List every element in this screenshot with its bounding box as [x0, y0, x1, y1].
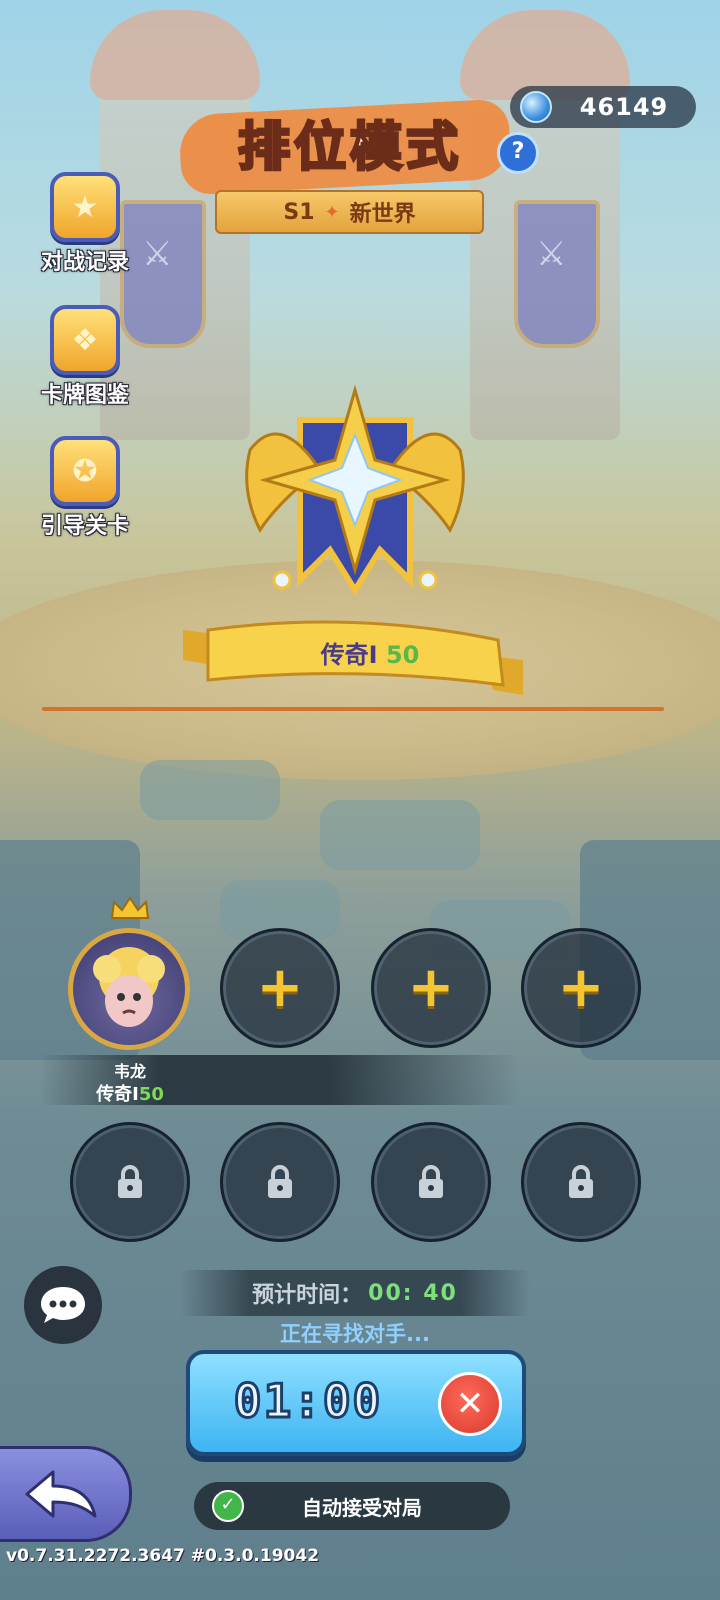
match-timer-panel: 01:00 ✕ [186, 1350, 526, 1456]
avatar[interactable] [68, 928, 190, 1050]
eta-value: 00: 40 [368, 1280, 458, 1306]
gem-icon [520, 91, 552, 123]
eta-label: 预计时间： [252, 1283, 363, 1308]
question-icon[interactable]: ? [497, 132, 539, 174]
battle-record-icon: ★ [50, 172, 120, 242]
auto-accept-label: 自动接受对局 [302, 1495, 422, 1520]
locked-slot [70, 1122, 190, 1242]
lock-icon [569, 1165, 593, 1198]
chat-button[interactable] [24, 1266, 102, 1344]
gem-counter[interactable]: 46149 [510, 86, 696, 128]
locked-slot [220, 1122, 340, 1242]
season-banner: S1 ✦ 新世界 [215, 190, 484, 234]
estimated-time: 预计时间： 00: 40 [180, 1270, 530, 1316]
plus-icon: + [407, 955, 455, 1020]
rank-label: 传奇I 50 [320, 641, 420, 669]
menu-battle-record[interactable]: ★ 对战记录 [30, 172, 140, 276]
menu-label: 卡牌图鉴 [40, 383, 129, 408]
lock-icon [268, 1165, 292, 1198]
invite-slot[interactable]: + [220, 928, 340, 1048]
menu-card-collection[interactable]: ❖ 卡牌图鉴 [30, 305, 140, 409]
auto-accept-toggle[interactable]: ✓ 自动接受对局 [194, 1482, 510, 1530]
tutorial-icon: ✪ [50, 436, 120, 506]
rank-tier: 传奇 [320, 641, 369, 669]
locked-slot [371, 1122, 491, 1242]
menu-tutorial[interactable]: ✪ 引导关卡 [30, 436, 140, 540]
menu-label: 引导关卡 [40, 514, 129, 539]
invite-slot[interactable]: + [521, 928, 641, 1048]
chat-icon [41, 1287, 85, 1323]
gem-count: 46149 [579, 93, 669, 121]
search-status: 正在寻找对手... [280, 1322, 430, 1346]
right-banner [514, 200, 600, 348]
close-icon: ✕ [455, 1384, 485, 1424]
lock-icon [118, 1165, 142, 1198]
legend-emblem-icon [245, 384, 465, 596]
version-label: v0.7.31.2272.3647 #0.3.0.19042 [6, 1546, 320, 1566]
cancel-matchmaking-button[interactable]: ✕ [438, 1372, 502, 1436]
player-name: 韦龙 [113, 1062, 146, 1081]
player-tier: 传奇 [96, 1084, 133, 1105]
arena-divider [42, 707, 664, 711]
back-arrow-icon [25, 1470, 97, 1518]
menu-label: 对战记录 [40, 250, 129, 275]
plus-icon: + [256, 955, 304, 1020]
crown-icon [110, 896, 150, 919]
page-title: 排位模式 [236, 117, 462, 180]
rank-level: 50 [385, 641, 420, 669]
player-rank: 传奇I50 [96, 1084, 164, 1105]
floor-stone [140, 760, 280, 820]
card-collection-icon: ❖ [50, 305, 120, 375]
back-button[interactable] [0, 1446, 132, 1542]
floor-stone [320, 800, 480, 870]
invite-slot[interactable]: + [371, 928, 491, 1048]
plus-icon: + [557, 955, 605, 1020]
sheep-avatar-icon [93, 947, 165, 1027]
star-icon: ✦ [324, 201, 340, 223]
checkmark-icon: ✓ [212, 1490, 244, 1522]
match-timer: 01:00 [232, 1373, 383, 1430]
season-name: 新世界 [349, 202, 416, 227]
locked-slot [521, 1122, 641, 1242]
player-level: 50 [138, 1084, 164, 1105]
lock-icon [419, 1165, 443, 1198]
season-code: S1 [283, 199, 315, 225]
